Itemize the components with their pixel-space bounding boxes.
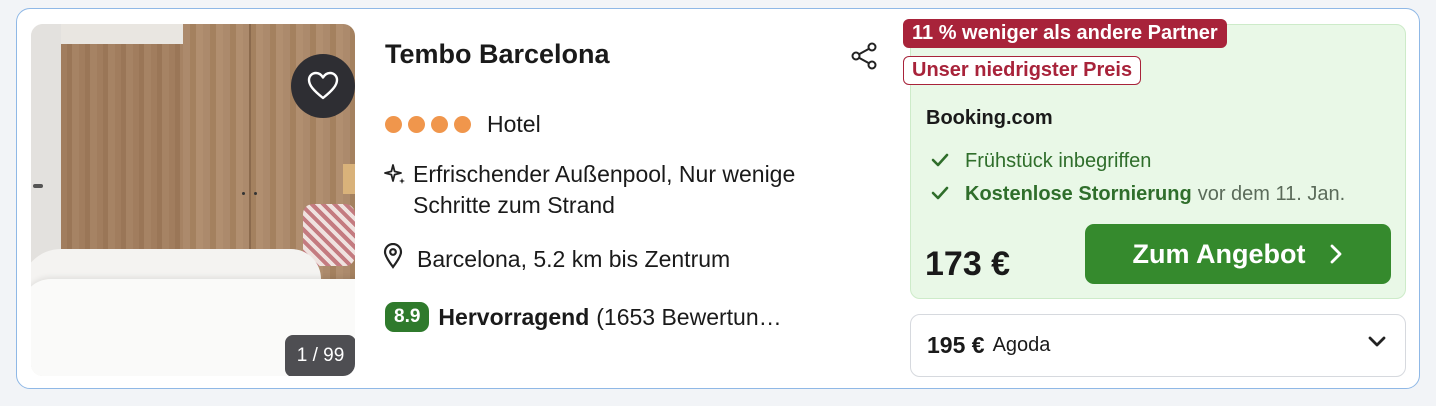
photo-wardrobe-seam [249,24,251,274]
rating-score-badge: 8.9 [385,302,430,332]
offer-provider: Booking.com [926,107,1053,129]
rating-review-count: (1653 Bewertun… [596,303,782,330]
perk-breakfast: Frühstück inbegriffen [931,150,1151,173]
alt-offer-price: 195 € [927,332,985,358]
perk-breakfast-text: Frühstück inbegriffen [965,150,1152,172]
perk-free-cancellation: Kostenlose Stornierung vor dem 11. Jan. [931,183,1345,206]
photo-lamp [343,164,355,194]
star-rating-dot [431,116,448,133]
highlight-text: Erfrischender Außenpool, Nur wenige Schr… [413,161,796,218]
sparkle-icon [383,159,413,221]
photo-knob [242,192,245,195]
star-rating-dot [385,116,402,133]
alternative-offer[interactable]: 195 € Agoda [910,314,1406,377]
photo-counter: 1 / 99 [285,335,355,376]
star-rating-dot [408,116,425,133]
lowest-price-badge: Unser niedrigster Preis [903,56,1142,85]
perk-cancel-date: vor dem 11. Jan. [1197,183,1346,205]
location-pin-icon [383,242,417,275]
check-icon [931,150,965,173]
hotel-result-card[interactable]: 1 / 99 Tembo Barcelona Hotel Erfrischend… [16,8,1420,389]
chevron-right-icon [1331,244,1342,264]
favorite-button[interactable] [291,54,355,118]
share-button[interactable] [849,41,879,71]
saving-badge: 11 % weniger als andere Partner [903,19,1227,48]
photo-door-handle [33,184,43,188]
accommodation-type: Hotel [487,111,541,137]
chevron-down-icon[interactable] [1367,335,1387,349]
share-icon [851,42,877,70]
heart-icon [307,71,339,100]
photo-knob [254,192,257,195]
perk-cancel-bold: Kostenlose Stornierung [965,183,1192,205]
photo-wall [31,24,61,284]
alt-offer-provider: Agoda [992,334,1051,356]
hotel-location: Barcelona, 5.2 km bis Zentrum [383,242,731,275]
photo-wood-panel [61,44,183,284]
offer-price: 173 € [925,245,1011,283]
hotel-highlight: Erfrischender Außenpool, Nur wenige Schr… [383,159,863,221]
hotel-name[interactable]: Tembo Barcelona [385,39,610,70]
star-rating-dot [454,116,471,133]
guest-rating[interactable]: 8.9 Hervorragend (1653 Bewertun… [385,302,782,332]
location-text: Barcelona, 5.2 km bis Zentrum [417,245,731,272]
check-icon [931,183,965,206]
hotel-photo[interactable]: 1 / 99 [31,24,355,376]
view-deal-label: Zum Angebot [1132,238,1306,269]
hotel-class: Hotel [385,111,541,138]
rating-label: Hervorragend [438,303,590,330]
view-deal-button[interactable]: Zum Angebot [1085,224,1391,284]
